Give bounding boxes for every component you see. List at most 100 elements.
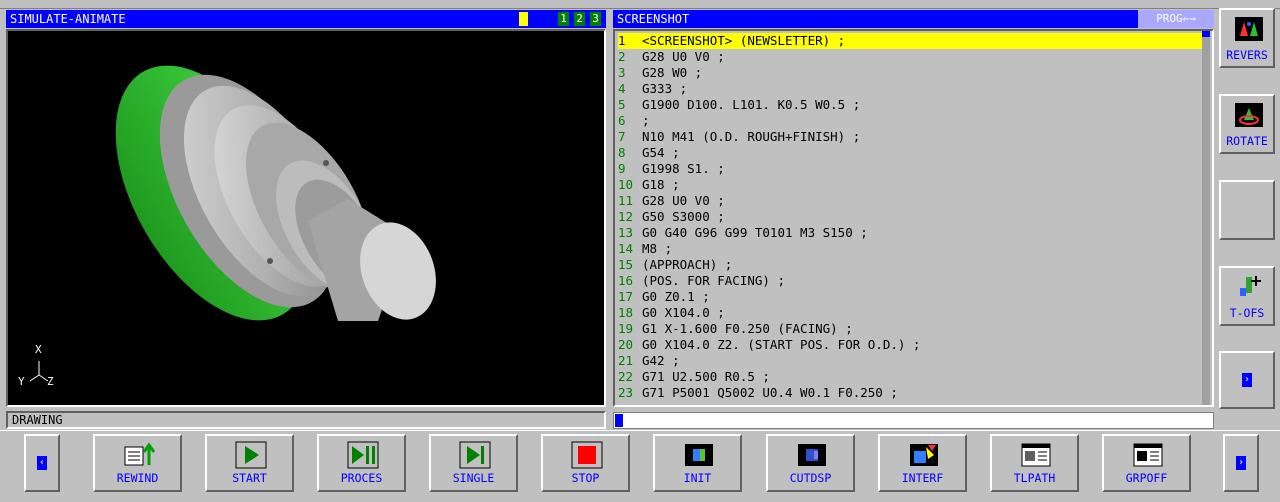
grpoff-label: GRPOFF	[1125, 471, 1168, 485]
line-text: G54 ;	[642, 145, 680, 160]
code-line[interactable]: 1 <SCREENSHOT> (NEWSLETTER) ;	[618, 33, 1204, 49]
code-line[interactable]: 21 G42 ;	[618, 353, 1204, 369]
input-bar[interactable]	[613, 412, 1214, 429]
graphic-off-icon	[1133, 443, 1163, 467]
line-number: 14	[618, 241, 634, 256]
chevron-right-icon: ›	[1242, 373, 1252, 387]
code-line[interactable]: 3 G28 W0 ;	[618, 65, 1204, 81]
start-label: START	[232, 471, 267, 485]
line-text: G42 ;	[642, 353, 680, 368]
bottom-next-button[interactable]: ›	[1223, 434, 1259, 492]
cut-display-icon	[798, 444, 826, 466]
code-line[interactable]: 22 G71 U2.500 R0.5 ;	[618, 369, 1204, 385]
scrollbar-track[interactable]	[1202, 31, 1210, 405]
line-number: 4	[618, 81, 626, 96]
code-line[interactable]: 2 G28 U0 V0 ;	[618, 49, 1204, 65]
tlpath-button[interactable]: TLPATH	[990, 434, 1079, 492]
bottom-prev-button[interactable]: ‹	[24, 434, 60, 492]
line-text: (APPROACH) ;	[642, 257, 733, 272]
rewind-icon	[124, 442, 155, 466]
rewind-button[interactable]: REWIND	[93, 434, 182, 492]
program-mode: PROG←→	[1138, 10, 1214, 28]
side-next-button[interactable]: ›	[1219, 351, 1275, 409]
line-number: 15	[618, 257, 634, 272]
tofs-button[interactable]: T-OFS	[1219, 266, 1275, 326]
line-text: G1900 D100. L101. K0.5 W0.5 ;	[642, 97, 861, 112]
code-line[interactable]: 23 G71 P5001 Q5002 U0.4 W0.1 F0.250 ;	[618, 385, 1204, 401]
drawing-status-bar: DRAWING	[6, 411, 606, 429]
code-line[interactable]: 4 G333 ;	[618, 81, 1204, 97]
code-line[interactable]: 18 G0 X104.0 ;	[618, 305, 1204, 321]
start-button[interactable]: START	[205, 434, 294, 492]
line-text: G0 G40 G96 G99 T0101 M3 S150 ;	[642, 225, 868, 240]
scrollbar-thumb[interactable]	[1202, 31, 1210, 37]
cutdsp-label: CUTDSP	[789, 471, 832, 485]
line-number: 6	[618, 113, 626, 128]
code-line[interactable]: 5 G1900 D100. L101. K0.5 W0.5 ;	[618, 97, 1204, 113]
view-button-2[interactable]: 2	[574, 12, 585, 26]
view-button-3[interactable]: 3	[590, 12, 601, 26]
simulation-viewport[interactable]: X Y Z	[6, 29, 606, 407]
code-line[interactable]: 7 N10 M41 (O.D. ROUGH+FINISH) ;	[618, 129, 1204, 145]
single-button[interactable]: SINGLE	[429, 434, 518, 492]
line-text: G28 U0 V0 ;	[642, 193, 725, 208]
cutdsp-button[interactable]: CUTDSP	[766, 434, 855, 492]
line-text: G0 X104.0 ;	[642, 305, 725, 320]
line-number: 12	[618, 209, 634, 224]
code-line[interactable]: 10 G18 ;	[618, 177, 1204, 193]
line-number: 20	[618, 337, 634, 352]
code-line[interactable]: 9 G1998 S1. ;	[618, 161, 1204, 177]
view-button-1[interactable]: 1	[558, 12, 569, 26]
code-line[interactable]: 12 G50 S3000 ;	[618, 209, 1204, 225]
line-number: 10	[618, 177, 634, 192]
rotate-button[interactable]: ROTATE	[1219, 94, 1275, 154]
line-text: <SCREENSHOT> (NEWSLETTER) ;	[642, 33, 846, 48]
code-line[interactable]: 13 G0 G40 G96 G99 T0101 M3 S150 ;	[618, 225, 1204, 241]
program-title: SCREENSHOT	[617, 12, 690, 26]
interf-button[interactable]: INTERF	[878, 434, 967, 492]
line-text: N10 M41 (O.D. ROUGH+FINISH) ;	[642, 129, 861, 144]
program-title-bar: SCREENSHOT PROG←→	[613, 10, 1214, 28]
input-cursor	[615, 414, 623, 427]
line-number: 8	[618, 145, 626, 160]
code-line[interactable]: 19 G1 X-1.600 F0.250 (FACING) ;	[618, 321, 1204, 337]
revers-button[interactable]: REVERS	[1219, 8, 1275, 68]
line-text: G1 X-1.600 F0.250 (FACING) ;	[642, 321, 853, 336]
chevron-right-icon: ›	[1236, 456, 1246, 470]
init-button[interactable]: INIT	[653, 434, 742, 492]
code-line[interactable]: 15 (APPROACH) ;	[618, 257, 1204, 273]
bottom-toolbar	[0, 430, 1280, 502]
code-line[interactable]: 16 (POS. FOR FACING) ;	[618, 273, 1204, 289]
line-number: 17	[618, 289, 634, 304]
part-model	[115, 65, 436, 321]
line-number: 18	[618, 305, 634, 320]
blank-side-button[interactable]	[1219, 180, 1275, 240]
line-number: 23	[618, 385, 634, 400]
code-line[interactable]: 8 G54 ;	[618, 145, 1204, 161]
line-number: 2	[618, 49, 626, 64]
code-line[interactable]: 17 G0 Z0.1 ;	[618, 289, 1204, 305]
simulate-title-bar: SIMULATE-ANIMATE 1 2 3	[6, 10, 606, 28]
single-step-icon	[459, 441, 491, 469]
code-line[interactable]: 11 G28 U0 V0 ;	[618, 193, 1204, 209]
code-line[interactable]: 6;	[618, 113, 1204, 129]
line-number: 22	[618, 369, 634, 384]
stop-button[interactable]: STOP	[541, 434, 630, 492]
init-icon	[685, 444, 713, 466]
program-listing[interactable]: 1 <SCREENSHOT> (NEWSLETTER) ; 2 G28 U0 V0 ;…	[613, 29, 1214, 407]
chevron-left-icon: ‹	[37, 456, 47, 470]
code-line[interactable]: 14 M8 ;	[618, 241, 1204, 257]
line-number: 7	[618, 129, 626, 144]
line-number: 3	[618, 65, 626, 80]
play-pause-icon	[347, 441, 379, 469]
line-text: G333 ;	[642, 81, 688, 96]
line-number: 11	[618, 193, 634, 208]
proces-button[interactable]: PROCES	[317, 434, 406, 492]
tlpath-label: TLPATH	[1013, 471, 1056, 485]
tool-offset-icon	[1240, 276, 1261, 296]
code-line[interactable]: 20 G0 X104.0 Z2. (START POS. FOR O.D.) ;	[618, 337, 1204, 353]
stop-icon	[571, 441, 603, 469]
grpoff-button[interactable]: GRPOFF	[1102, 434, 1191, 492]
init-label: INIT	[683, 471, 712, 485]
line-number: 5	[618, 97, 626, 112]
